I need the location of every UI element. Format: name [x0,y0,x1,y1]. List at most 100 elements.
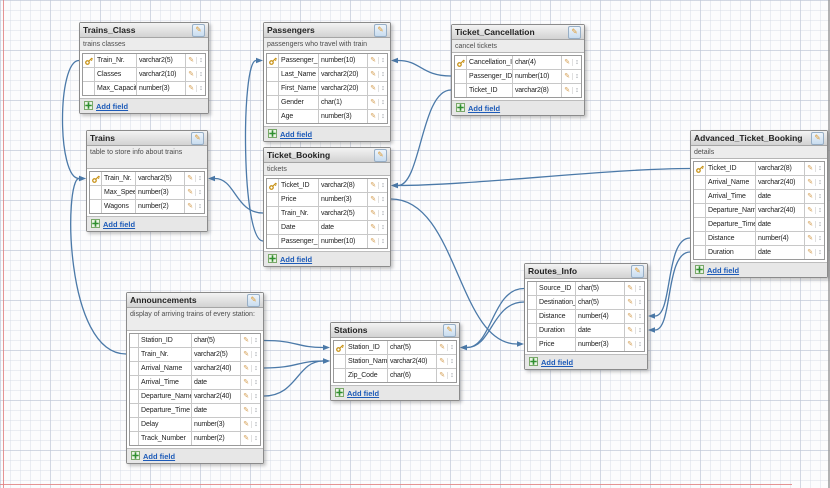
field-row-cancellation-id[interactable]: Cancellation_ID char(4) ✎ ↕ [455,56,581,69]
reorder-field-updown-icon[interactable]: ↕ [195,189,202,196]
db-table-ticket-cancellation[interactable]: Ticket_Cancellation ✎ cancel tickets Can… [451,24,585,116]
edit-field-pencil-icon[interactable]: ✎ [243,393,249,400]
reorder-field-updown-icon[interactable]: ↕ [251,351,258,358]
edit-field-pencil-icon[interactable]: ✎ [187,189,193,196]
db-table-ticket-booking[interactable]: Ticket_Booking ✎ tickets Ticket_ID varch… [263,147,391,267]
edit-field-pencil-icon[interactable]: ✎ [187,203,193,210]
add-field-link[interactable]: Add field [103,220,135,229]
table-header[interactable]: Trains ✎ [87,131,207,146]
add-field-link[interactable]: Add field [347,389,379,398]
table-edit-pencil-icon[interactable]: ✎ [374,23,387,37]
reorder-field-updown-icon[interactable]: ↕ [378,71,385,78]
field-row-departure-name[interactable]: Departure_Name varchar2(40) ✎ ↕ [130,389,260,403]
field-row-passenger-id[interactable]: Passenger_ID number(10) ✎ ↕ [267,234,387,248]
edit-field-pencil-icon[interactable]: ✎ [188,85,194,92]
db-table-announcements[interactable]: Announcements ✎ display of arriving trai… [126,292,264,464]
edit-field-pencil-icon[interactable]: ✎ [370,238,376,245]
db-table-trains-class[interactable]: Trains_Class ✎ trains classes Train_Nr. … [79,22,209,114]
edit-field-pencil-icon[interactable]: ✎ [370,85,376,92]
add-field-row[interactable]: Add field [452,100,584,115]
reorder-field-updown-icon[interactable]: ↕ [635,285,642,292]
edit-field-pencil-icon[interactable]: ✎ [370,57,376,64]
edit-field-pencil-icon[interactable]: ✎ [188,71,194,78]
table-header[interactable]: Routes_Info ✎ [525,264,647,279]
edit-field-pencil-icon[interactable]: ✎ [370,99,376,106]
reorder-field-updown-icon[interactable]: ↕ [635,313,642,320]
field-row-passenger-id[interactable]: Passenger_ID number(10) ✎ ↕ [455,69,581,83]
add-field-link[interactable]: Add field [96,102,128,111]
reorder-field-updown-icon[interactable]: ↕ [251,379,258,386]
reorder-field-updown-icon[interactable]: ↕ [815,207,822,214]
field-row-arrival-name[interactable]: Arrival_Name varchar2(40) ✎ ↕ [694,175,824,189]
db-table-passengers[interactable]: Passengers ✎ passengers who travel with … [263,22,391,142]
field-row-classes[interactable]: Classes varchar2(10) ✎ ↕ [83,67,205,81]
field-row-duration[interactable]: Duration date ✎ ↕ [694,245,824,259]
field-row-track-number[interactable]: Track_Number number(2) ✎ ↕ [130,431,260,445]
edit-field-pencil-icon[interactable]: ✎ [370,71,376,78]
field-row-max-capacity[interactable]: Max_Capacity number(3) ✎ ↕ [83,81,205,95]
edit-field-pencil-icon[interactable]: ✎ [807,249,813,256]
reorder-field-updown-icon[interactable]: ↕ [815,179,822,186]
field-row-departure-time[interactable]: Departure_Time date ✎ ↕ [130,403,260,417]
add-field-link[interactable]: Add field [468,104,500,113]
edit-field-pencil-icon[interactable]: ✎ [370,113,376,120]
edit-field-pencil-icon[interactable]: ✎ [243,337,249,344]
field-row-price[interactable]: Price number(3) ✎ ↕ [267,192,387,206]
field-row-gender[interactable]: Gender char(1) ✎ ↕ [267,95,387,109]
edit-field-pencil-icon[interactable]: ✎ [807,193,813,200]
reorder-field-updown-icon[interactable]: ↕ [815,165,822,172]
db-table-stations[interactable]: Stations ✎ Station_ID char(5) ✎ ↕ Statio… [330,322,460,401]
field-row-delay[interactable]: Delay number(3) ✎ ↕ [130,417,260,431]
edit-field-pencil-icon[interactable]: ✎ [439,344,445,351]
field-row-wagons[interactable]: Wagons number(2) ✎ ↕ [90,199,204,213]
field-row-max-speed[interactable]: Max_Speed number(3) ✎ ↕ [90,185,204,199]
table-header[interactable]: Ticket_Booking ✎ [264,148,390,163]
db-table-advanced-ticket-booking[interactable]: Advanced_Ticket_Booking ✎ details Ticket… [690,130,828,278]
reorder-field-updown-icon[interactable]: ↕ [378,182,385,189]
reorder-field-updown-icon[interactable]: ↕ [378,99,385,106]
table-header[interactable]: Announcements ✎ [127,293,263,308]
edit-field-pencil-icon[interactable]: ✎ [188,57,194,64]
field-row-train-nr[interactable]: Train_Nr. varchar2(5) ✎ ↕ [130,347,260,361]
table-header[interactable]: Trains_Class ✎ [80,23,208,38]
reorder-field-updown-icon[interactable]: ↕ [815,249,822,256]
table-edit-pencil-icon[interactable]: ✎ [247,293,260,307]
reorder-field-updown-icon[interactable]: ↕ [378,85,385,92]
edit-field-pencil-icon[interactable]: ✎ [370,210,376,217]
edit-field-pencil-icon[interactable]: ✎ [370,182,376,189]
edit-field-pencil-icon[interactable]: ✎ [439,372,445,379]
add-field-link[interactable]: Add field [541,358,573,367]
edit-field-pencil-icon[interactable]: ✎ [627,299,633,306]
edit-field-pencil-icon[interactable]: ✎ [187,175,193,182]
field-row-distance[interactable]: Distance number(4) ✎ ↕ [528,309,644,323]
field-row-station-id[interactable]: Station_ID char(5) ✎ ↕ [130,334,260,347]
reorder-field-updown-icon[interactable]: ↕ [378,238,385,245]
add-field-link[interactable]: Add field [280,130,312,139]
reorder-field-updown-icon[interactable]: ↕ [572,87,579,94]
field-row-age[interactable]: Age number(3) ✎ ↕ [267,109,387,123]
edit-field-pencil-icon[interactable]: ✎ [439,358,445,365]
table-edit-pencil-icon[interactable]: ✎ [192,23,205,37]
add-field-row[interactable]: Add field [80,98,208,113]
edit-field-pencil-icon[interactable]: ✎ [243,407,249,414]
reorder-field-updown-icon[interactable]: ↕ [815,193,822,200]
reorder-field-updown-icon[interactable]: ↕ [815,235,822,242]
table-edit-pencil-icon[interactable]: ✎ [191,131,204,145]
field-row-arrival-time[interactable]: Arrival_Time date ✎ ↕ [694,189,824,203]
field-row-station-name[interactable]: Station_Name varchar2(40) ✎ ↕ [334,354,456,368]
add-field-row[interactable]: Add field [264,126,390,141]
table-edit-pencil-icon[interactable]: ✎ [443,323,456,337]
table-edit-pencil-icon[interactable]: ✎ [811,131,824,145]
field-row-arrival-name[interactable]: Arrival_Name varchar2(40) ✎ ↕ [130,361,260,375]
edit-field-pencil-icon[interactable]: ✎ [370,224,376,231]
reorder-field-updown-icon[interactable]: ↕ [251,435,258,442]
reorder-field-updown-icon[interactable]: ↕ [251,365,258,372]
edit-field-pencil-icon[interactable]: ✎ [564,87,570,94]
edit-field-pencil-icon[interactable]: ✎ [807,179,813,186]
field-row-source-id[interactable]: Source_ID char(5) ✎ ↕ [528,282,644,295]
reorder-field-updown-icon[interactable]: ↕ [196,85,203,92]
edit-field-pencil-icon[interactable]: ✎ [627,341,633,348]
reorder-field-updown-icon[interactable]: ↕ [572,73,579,80]
edit-field-pencil-icon[interactable]: ✎ [243,435,249,442]
reorder-field-updown-icon[interactable]: ↕ [251,421,258,428]
